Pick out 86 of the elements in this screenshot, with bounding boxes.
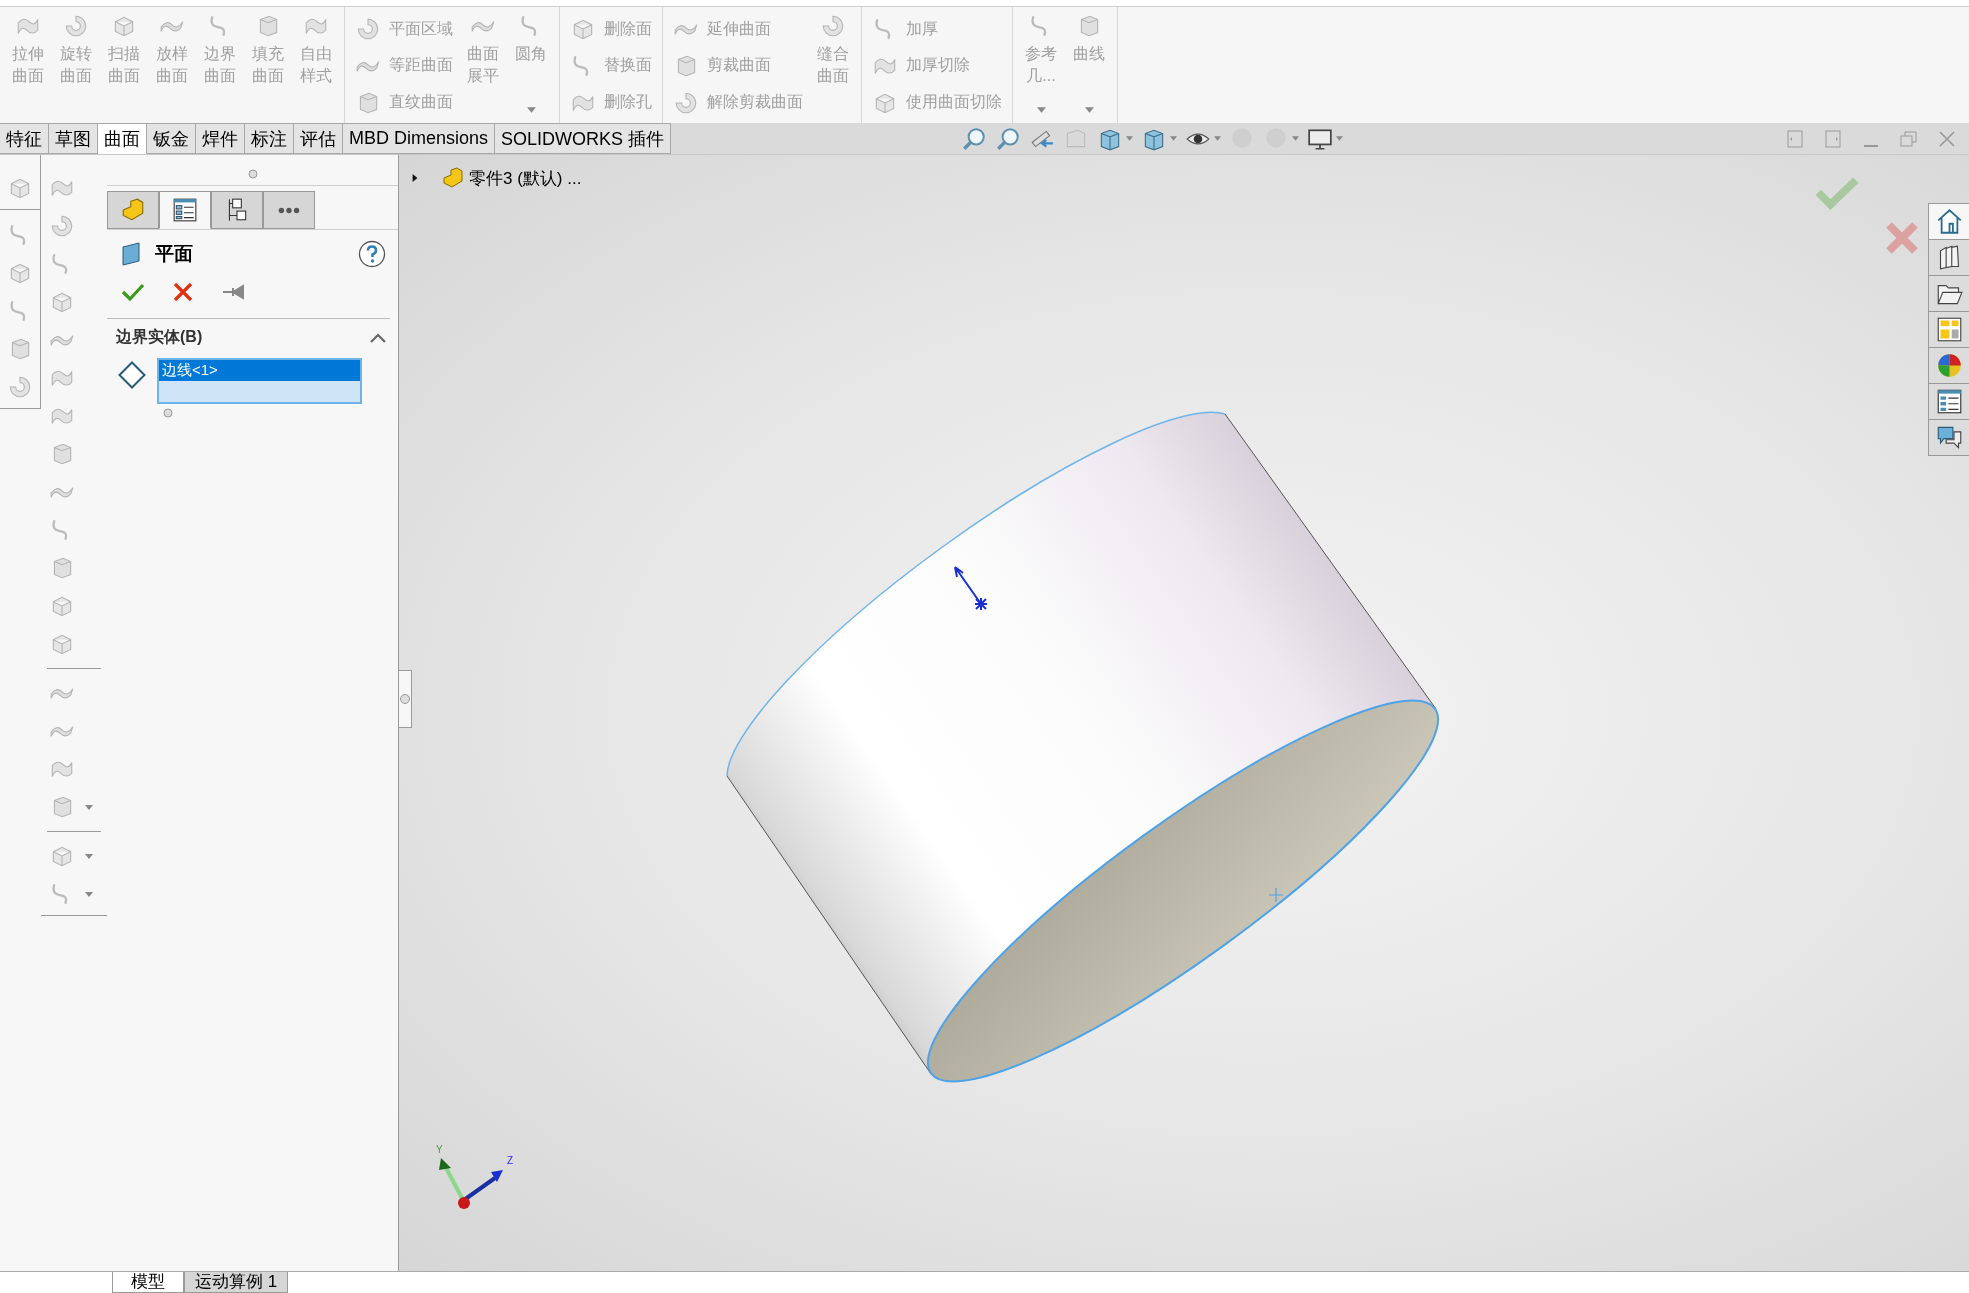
- ribbon-tab[interactable]: 曲面: [98, 123, 147, 154]
- ribbon-tab[interactable]: 标注: [245, 123, 294, 154]
- collapse-icon[interactable]: [370, 332, 386, 343]
- ring-icon: [820, 13, 846, 39]
- ring-icon: [7, 374, 33, 400]
- plane-icon: [121, 242, 141, 266]
- edge-selection-icon: [117, 360, 147, 390]
- ribbon-tab[interactable]: 焊件: [196, 123, 245, 154]
- tree-item[interactable]: 零件3 (默认) ...: [469, 166, 582, 190]
- ribbon-tab[interactable]: 评估: [294, 123, 343, 154]
- close-icon[interactable]: [1937, 128, 1957, 149]
- caret-icon[interactable]: [1170, 136, 1178, 141]
- ribbon-tab[interactable]: 特征: [0, 123, 49, 154]
- part-icon: [120, 197, 146, 223]
- panel-tab[interactable]: [211, 191, 263, 229]
- model-tab[interactable]: 模型: [112, 1272, 184, 1293]
- splitter-handle[interactable]: [399, 670, 412, 728]
- ribbon-button[interactable]: 边界曲面: [198, 9, 242, 119]
- ribbon-button[interactable]: 曲线: [1067, 9, 1111, 119]
- ribbon-button[interactable]: 加厚: [868, 16, 1006, 43]
- ribbon-button[interactable]: 解除剪裁曲面: [669, 89, 807, 116]
- ribbon-button[interactable]: 旋转曲面: [54, 9, 98, 119]
- task-pane-tab[interactable]: [1929, 347, 1969, 383]
- caret-icon[interactable]: [1292, 136, 1300, 141]
- model-tab[interactable]: 运动算例 1: [184, 1272, 289, 1293]
- ribbon-tab[interactable]: 草图: [49, 123, 98, 154]
- caret-icon[interactable]: [1336, 136, 1344, 141]
- help-icon[interactable]: [358, 240, 386, 268]
- panel-title: 平面: [155, 242, 194, 266]
- task-pane-tab[interactable]: [1929, 204, 1969, 239]
- cancel-icon[interactable]: [171, 280, 195, 304]
- ring-icon: [49, 213, 75, 239]
- ribbon-button[interactable]: 删除面: [566, 16, 656, 43]
- axis-triad-drawing: Y Z: [431, 1140, 521, 1210]
- ribbon-button[interactable]: 扫描曲面: [102, 9, 146, 119]
- caret-icon[interactable]: [85, 804, 93, 810]
- zoom-icon[interactable]: [961, 125, 988, 152]
- panel-tab[interactable]: [263, 191, 315, 229]
- ribbon-button[interactable]: 删除孔: [566, 89, 656, 116]
- task-pane-tab[interactable]: [1929, 383, 1969, 419]
- chat-icon: [1935, 424, 1963, 451]
- list-icon: [172, 197, 198, 223]
- ribbon-button[interactable]: 等距曲面: [351, 53, 457, 79]
- caret-icon[interactable]: [1084, 107, 1094, 113]
- home-icon: [1935, 208, 1963, 235]
- caret-icon[interactable]: [85, 853, 93, 859]
- ribbon-button[interactable]: 拉伸曲面: [6, 9, 50, 119]
- caret-icon[interactable]: [526, 107, 536, 113]
- ring-icon: [63, 13, 89, 39]
- ribbon-button[interactable]: 参考几...: [1019, 9, 1063, 119]
- ribbon-button[interactable]: 曲面展平: [461, 9, 505, 119]
- part-icon: [441, 166, 465, 190]
- ribbon-tab[interactable]: 钣金: [147, 123, 196, 154]
- handle-icon[interactable]: [163, 408, 173, 418]
- section-title: 边界实体(B): [116, 327, 204, 347]
- ribbon-tab[interactable]: MBD Dimensions: [343, 123, 496, 154]
- ribbon-tab[interactable]: SOLIDWORKS 插件: [495, 123, 672, 154]
- selection-list[interactable]: 边线<1>: [157, 358, 362, 404]
- caret-icon[interactable]: [1036, 107, 1046, 113]
- task-pane-tab[interactable]: [1929, 419, 1969, 455]
- layout-icon: [1935, 316, 1963, 343]
- list-item[interactable]: 边线<1>: [159, 360, 360, 381]
- ribbon-button[interactable]: 缝合曲面: [811, 9, 855, 119]
- more-icon: [276, 205, 302, 215]
- ribbon-button[interactable]: 延伸曲面: [669, 16, 807, 43]
- ribbon-button[interactable]: 使用曲面切除: [868, 89, 1006, 116]
- ball-icon: [1935, 352, 1963, 379]
- ribbon-button[interactable]: 平面区域: [351, 16, 457, 43]
- list-icon: [1935, 388, 1963, 415]
- ribbon-button[interactable]: 替换面: [566, 53, 656, 79]
- ribbon-button[interactable]: 圆角: [509, 9, 553, 119]
- caret-icon[interactable]: [1214, 136, 1222, 141]
- panel-tab[interactable]: [159, 191, 211, 229]
- ribbon-button[interactable]: 放样曲面: [150, 9, 194, 119]
- ribbon-button[interactable]: 加厚切除: [868, 53, 1006, 79]
- restore-icon[interactable]: [1899, 128, 1919, 149]
- ribbon-button[interactable]: 自由样式: [294, 9, 338, 119]
- zoom-icon[interactable]: [995, 125, 1022, 152]
- ribbon-button[interactable]: 直纹曲面: [351, 89, 457, 116]
- handle-icon[interactable]: [247, 169, 258, 179]
- ribbon-button[interactable]: 剪裁曲面: [669, 53, 807, 79]
- task-pane-tab[interactable]: [1929, 311, 1969, 347]
- expand-arrow-icon[interactable]: [411, 173, 419, 183]
- caret-icon[interactable]: [85, 891, 93, 897]
- ribbon-button[interactable]: 填充曲面: [246, 9, 290, 119]
- caret-icon[interactable]: [1126, 136, 1134, 141]
